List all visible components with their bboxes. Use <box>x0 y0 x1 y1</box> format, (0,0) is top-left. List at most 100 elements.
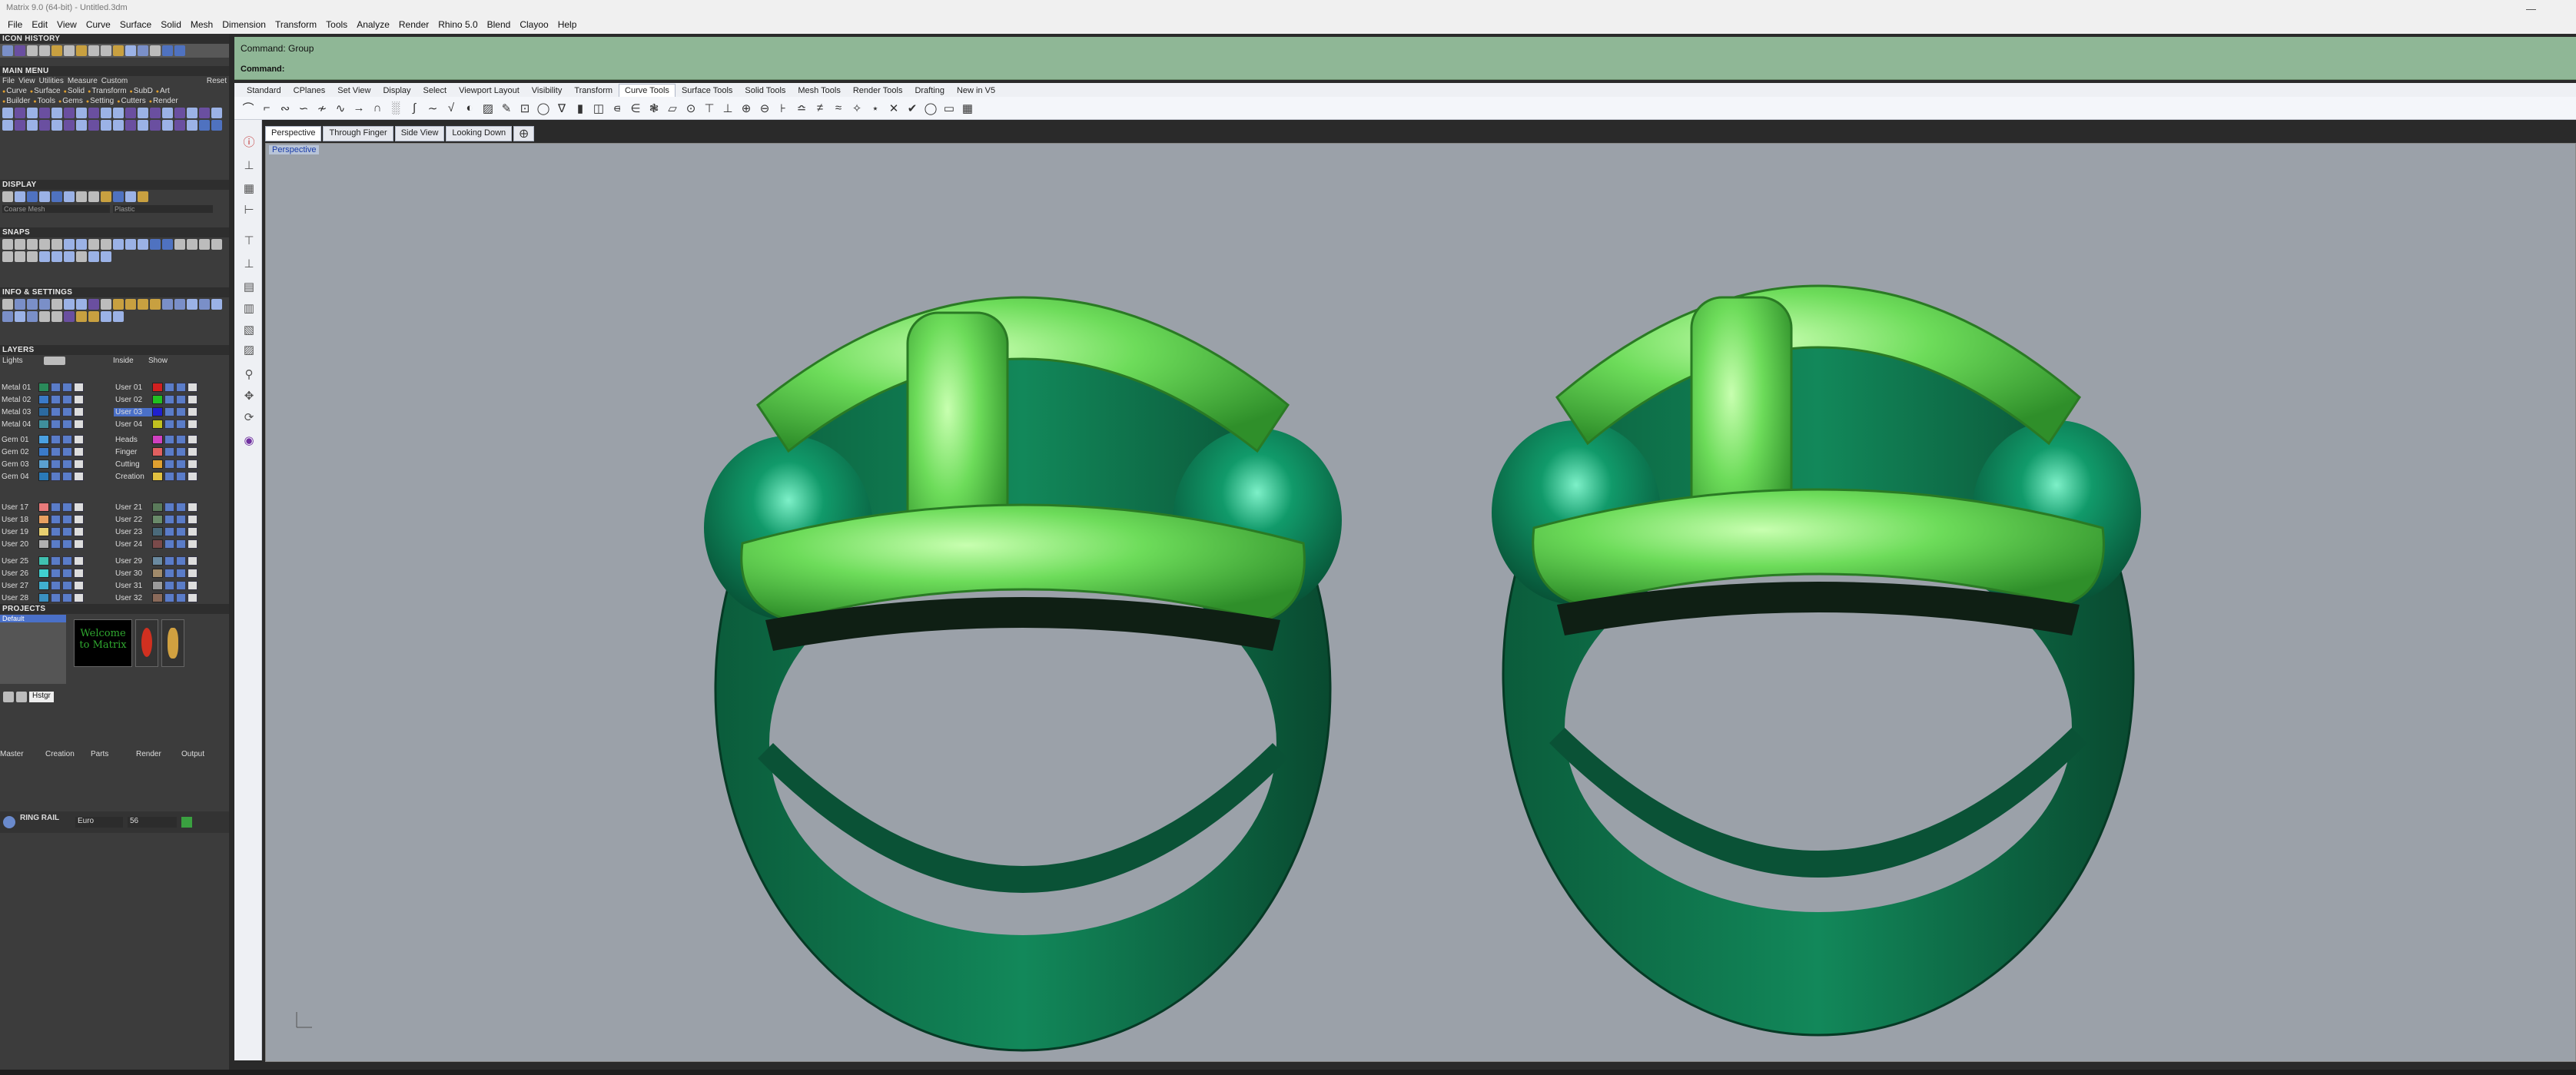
tool-icon[interactable] <box>150 120 161 131</box>
minimize-icon[interactable]: — <box>2526 2 2536 17</box>
blend-curves-icon[interactable]: ∾ <box>277 101 293 116</box>
tool-icon[interactable] <box>15 120 25 131</box>
layer-row[interactable]: User 04 <box>114 418 226 430</box>
ring-apply-button[interactable] <box>181 817 192 828</box>
menu-file[interactable]: File <box>3 19 27 30</box>
info-icon[interactable] <box>51 299 62 310</box>
arc-blend-icon[interactable]: ∩ <box>370 101 385 116</box>
info-icon[interactable] <box>15 299 25 310</box>
snap-icon[interactable] <box>113 239 124 250</box>
tool-icon[interactable] <box>76 108 87 118</box>
snap-icon[interactable] <box>150 239 161 250</box>
layer-row[interactable]: User 23 <box>114 526 226 538</box>
tool-icon[interactable] <box>15 108 25 118</box>
history-tool-icon[interactable] <box>150 45 161 56</box>
info-icon[interactable] <box>2 299 13 310</box>
handlebar-icon[interactable]: ⊦ <box>775 101 791 116</box>
history-tool-icon[interactable] <box>39 45 50 56</box>
history-tool-icon[interactable] <box>51 45 62 56</box>
rotate-view-icon[interactable]: ⟳ <box>241 410 257 426</box>
tab-setting[interactable]: Setting <box>86 97 114 105</box>
tab-surface-tools[interactable]: Surface Tools <box>676 84 739 97</box>
layer-row[interactable]: User 30 <box>114 567 226 579</box>
snap-icon[interactable] <box>2 239 13 250</box>
tool-icon[interactable] <box>162 120 173 131</box>
main-menu-utilities[interactable]: Utilities <box>39 77 64 85</box>
tool-icon[interactable] <box>2 108 13 118</box>
snap-icon[interactable] <box>51 239 62 250</box>
explode-icon[interactable]: ✧ <box>849 101 865 116</box>
layer-row[interactable]: Heads <box>114 433 226 446</box>
divide-icon[interactable]: ⋴ <box>609 101 625 116</box>
info-icon[interactable] <box>101 311 111 322</box>
info-icon[interactable] <box>64 311 75 322</box>
tool-icon[interactable] <box>27 108 38 118</box>
tab-surface[interactable]: Surface <box>30 87 60 95</box>
layer-row[interactable]: User 25 <box>0 555 112 567</box>
tool-icon[interactable] <box>174 120 185 131</box>
layer-row[interactable]: Creation <box>114 470 226 483</box>
info-icon[interactable] <box>150 299 161 310</box>
display-icon[interactable] <box>88 191 99 202</box>
tool-icon[interactable] <box>2 120 13 131</box>
pull-icon[interactable]: ◯ <box>536 101 551 116</box>
tab-parts[interactable]: Parts <box>91 750 134 758</box>
zoom-icon[interactable]: ⚲ <box>241 367 257 383</box>
tab-render-output[interactable]: Render <box>136 750 179 758</box>
convert-icon[interactable]: ∇ <box>554 101 569 116</box>
info-icon[interactable] <box>187 299 198 310</box>
history-back-icon[interactable] <box>162 45 173 56</box>
info-icon[interactable] <box>113 299 124 310</box>
layer-row[interactable]: Gem 01 <box>0 433 112 446</box>
info-icon[interactable] <box>39 311 50 322</box>
tab-visibility[interactable]: Visibility <box>526 84 569 97</box>
tool-icon[interactable] <box>138 108 148 118</box>
view-top-icon[interactable]: ▤ <box>241 280 257 295</box>
remove-knot-icon[interactable]: ⊖ <box>757 101 772 116</box>
tab-solid-tools[interactable]: Solid Tools <box>739 84 792 97</box>
snap-icon[interactable] <box>88 251 99 262</box>
layer-row[interactable]: User 02 <box>114 393 226 406</box>
reset-button[interactable]: Reset <box>207 77 227 85</box>
match-curve-icon[interactable]: √ <box>443 101 459 116</box>
tool-icon[interactable] <box>150 108 161 118</box>
layer-row[interactable]: User 31 <box>114 579 226 592</box>
snap-icon[interactable] <box>27 239 38 250</box>
display-icon[interactable] <box>101 191 111 202</box>
viewport-tab-side-view[interactable]: Side View <box>394 126 445 141</box>
duplicate-edge-icon[interactable]: ▭ <box>941 101 957 116</box>
layer-row[interactable]: User 26 <box>0 567 112 579</box>
tool-icon[interactable] <box>64 120 75 131</box>
cplane-front-icon[interactable]: ⊥ <box>241 257 257 272</box>
snap-icon[interactable] <box>211 239 222 250</box>
history-tool-icon[interactable] <box>76 45 87 56</box>
layer-row[interactable]: User 19 <box>0 526 112 538</box>
viewport-tab-perspective[interactable]: Perspective <box>265 126 322 141</box>
tool-icon[interactable] <box>39 120 50 131</box>
tab-select[interactable]: Select <box>417 84 453 97</box>
layer-row[interactable]: Cutting <box>114 458 226 470</box>
history-tool-icon[interactable] <box>15 45 25 56</box>
cplane-top-icon[interactable]: ⊤ <box>241 234 257 249</box>
history-tool-icon[interactable] <box>101 45 111 56</box>
layer-row[interactable]: Metal 04 <box>0 418 112 430</box>
tool-icon[interactable] <box>162 108 173 118</box>
info-icon[interactable] <box>199 299 210 310</box>
snap-icon[interactable] <box>2 251 13 262</box>
symmetry-icon[interactable]: ▮ <box>573 101 588 116</box>
info-icon[interactable] <box>101 299 111 310</box>
snap-icon[interactable] <box>76 239 87 250</box>
tab-display[interactable]: Display <box>377 84 417 97</box>
history-forward-icon[interactable] <box>174 45 185 56</box>
tab-curve-tools[interactable]: Curve Tools <box>619 84 676 97</box>
info-icon[interactable] <box>2 311 13 322</box>
tool-icon[interactable] <box>39 108 50 118</box>
tool-icon[interactable] <box>187 120 198 131</box>
connect-curves-icon[interactable]: ∽ <box>296 101 311 116</box>
pendant-thumbnail[interactable] <box>161 619 184 667</box>
add-project-button[interactable] <box>3 692 14 702</box>
layer-row[interactable]: User 03 <box>114 406 226 418</box>
view-right-icon[interactable]: ▧ <box>241 323 257 338</box>
inside-label[interactable]: Inside <box>113 357 144 365</box>
menu-clayoo[interactable]: Clayoo <box>515 19 553 30</box>
